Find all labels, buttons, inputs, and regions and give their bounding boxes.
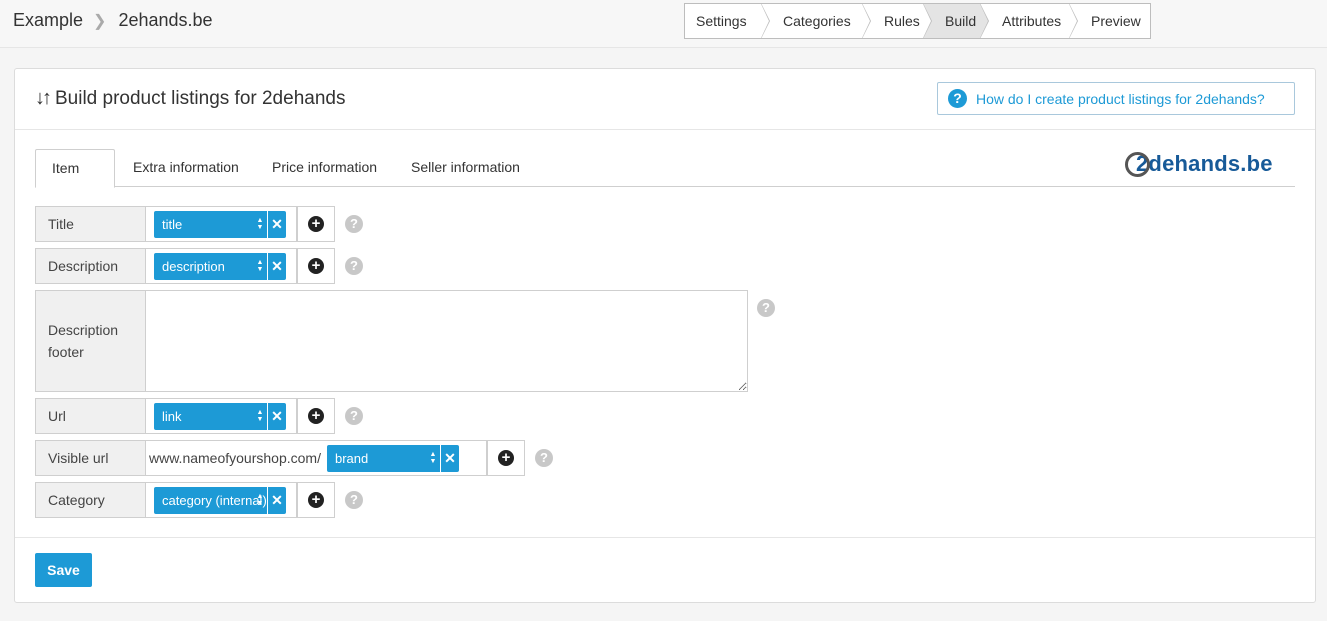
tab-item[interactable]: Item: [35, 149, 115, 188]
step-attributes[interactable]: Attributes: [980, 3, 1078, 39]
sort-arrows-icon: ↓↑: [35, 87, 52, 109]
field-label: Category: [35, 482, 146, 518]
url-select[interactable]: link ▲ ▼ ✕: [154, 402, 286, 430]
row-title: Title title ▲ ▼ ✕ +: [35, 206, 335, 242]
question-circle-icon: ?: [948, 89, 967, 108]
row-category: Category category (internal) ▲ ▼ ✕ +: [35, 482, 335, 518]
wizard-steps: Settings Categories Rules Build Attribut…: [684, 3, 1151, 39]
field-label: Description: [35, 248, 146, 284]
help-icon[interactable]: ?: [345, 491, 363, 509]
help-icon[interactable]: ?: [345, 407, 363, 425]
field-value-cell: www.nameofyourshop.com/ brand ▲ ▼ ✕: [146, 440, 487, 476]
select-value: title: [162, 216, 183, 232]
plus-circle-icon: +: [308, 408, 324, 424]
row-url: Url link ▲ ▼ ✕ +: [35, 398, 335, 434]
select-value: category (internal): [162, 492, 267, 508]
plus-circle-icon: +: [498, 450, 514, 466]
field-value-cell: link ▲ ▼ ✕: [146, 398, 297, 434]
breadcrumb-current: 2ehands.be: [118, 10, 213, 30]
field-value-cell: description ▲ ▼ ✕: [146, 248, 297, 284]
plus-circle-icon: +: [308, 492, 324, 508]
2dehands-logo: 2dehands.be: [1125, 149, 1273, 179]
row-visible-url: Visible url www.nameofyourshop.com/ bran…: [35, 440, 525, 476]
add-field-button[interactable]: +: [487, 440, 525, 476]
field-value-cell: title ▲ ▼ ✕: [146, 206, 297, 242]
step-settings[interactable]: Settings: [685, 3, 770, 39]
visible-url-select[interactable]: brand ▲ ▼ ✕: [326, 444, 459, 472]
select-value: brand: [334, 450, 369, 466]
remove-icon[interactable]: ✕: [439, 444, 459, 472]
help-icon[interactable]: ?: [345, 215, 363, 233]
remove-icon[interactable]: ✕: [267, 252, 286, 280]
field-label: Description footer: [35, 290, 146, 392]
logo-ring-icon: [1125, 151, 1150, 177]
tab-bar: Item Extra information Price information…: [35, 149, 1295, 188]
select-value: description: [162, 258, 225, 274]
step-categories[interactable]: Categories: [761, 3, 871, 39]
field-value-cell: category (internal) ▲ ▼ ✕: [146, 482, 297, 518]
description-footer-textarea[interactable]: [146, 290, 748, 392]
step-preview[interactable]: Preview: [1069, 4, 1150, 38]
row-description-footer: Description footer: [35, 290, 748, 392]
tab-price-information[interactable]: Price information: [256, 149, 393, 187]
field-label-line: Description: [48, 322, 119, 338]
field-label: Title: [35, 206, 146, 242]
page-title: ↓↑ Build product listings for 2dehands: [35, 87, 345, 110]
add-field-button[interactable]: +: [297, 482, 335, 518]
visible-url-prefix: www.nameofyourshop.com/: [149, 450, 321, 466]
title-select[interactable]: title ▲ ▼ ✕: [154, 210, 286, 238]
add-field-button[interactable]: +: [297, 398, 335, 434]
help-link-text: How do I create product listings for 2de…: [976, 90, 1265, 107]
top-bar: Example ❯ 2ehands.be Settings Categories…: [0, 0, 1327, 48]
remove-icon[interactable]: ✕: [267, 210, 286, 238]
logo-text: 2dehands.be: [1136, 151, 1273, 176]
remove-icon[interactable]: ✕: [267, 402, 286, 430]
add-field-button[interactable]: +: [297, 206, 335, 242]
field-label: Url: [35, 398, 146, 434]
help-link-button[interactable]: ? How do I create product listings for 2…: [937, 82, 1295, 115]
page-title-text: Build product listings for 2dehands: [55, 87, 346, 109]
footer-divider: [15, 537, 1315, 538]
help-icon[interactable]: ?: [757, 299, 775, 317]
save-button[interactable]: Save: [35, 553, 92, 587]
field-label-line: footer: [48, 344, 84, 360]
build-panel: ↓↑ Build product listings for 2dehands ?…: [14, 68, 1316, 603]
breadcrumb: Example ❯ 2ehands.be: [13, 10, 213, 31]
plus-circle-icon: +: [308, 258, 324, 274]
tab-seller-information[interactable]: Seller information: [395, 149, 536, 187]
select-value: link: [162, 408, 182, 424]
tab-extra-information[interactable]: Extra information: [117, 149, 255, 187]
field-label: Visible url: [35, 440, 146, 476]
breadcrumb-root[interactable]: Example: [13, 10, 83, 31]
description-select[interactable]: description ▲ ▼ ✕: [154, 252, 286, 280]
plus-circle-icon: +: [308, 216, 324, 232]
step-rules[interactable]: Rules: [862, 3, 932, 39]
help-icon[interactable]: ?: [345, 257, 363, 275]
remove-icon[interactable]: ✕: [267, 486, 286, 514]
panel-header: ↓↑ Build product listings for 2dehands ?…: [15, 69, 1315, 130]
chevron-right-icon: ❯: [93, 12, 107, 30]
help-icon[interactable]: ?: [535, 449, 553, 467]
row-description: Description description ▲ ▼ ✕ +: [35, 248, 335, 284]
category-select[interactable]: category (internal) ▲ ▼ ✕: [154, 486, 286, 514]
add-field-button[interactable]: +: [297, 248, 335, 284]
